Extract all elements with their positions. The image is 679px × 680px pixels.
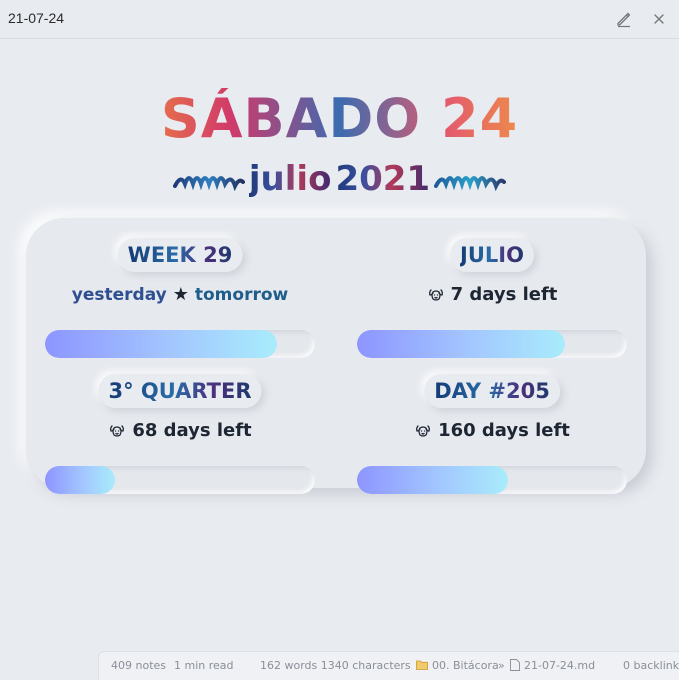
word-count: 162 words 1340 characters — [260, 659, 411, 672]
quarter-progress-bar — [45, 466, 315, 494]
progress-panel: WEEK 29 yesterday ★ tomorrow JULIO 7 day… — [26, 218, 646, 494]
folder-icon — [416, 660, 428, 670]
pencil-icon[interactable] — [615, 10, 633, 28]
path-separator: » — [498, 659, 505, 672]
squiggle-icon — [434, 176, 507, 192]
year-days-left-text: 160 days left — [438, 420, 570, 441]
month-badge: JULIO — [450, 238, 534, 272]
week-badge: WEEK 29 — [117, 238, 243, 272]
dog-icon — [416, 424, 431, 437]
tomorrow-link[interactable]: tomorrow — [195, 285, 288, 305]
status-bar: 409 notes 1 min read 162 words 1340 char… — [98, 651, 679, 680]
year-days-left: 160 days left — [357, 420, 627, 441]
file-name[interactable]: 21-07-24.md — [524, 659, 595, 672]
month-name: julio — [248, 159, 332, 199]
day-heading: SÁBADO 24 — [0, 88, 679, 150]
day-of-year-badge-label: DAY #205 — [434, 379, 550, 403]
quarter-progress-fill — [45, 466, 116, 494]
read-time: 1 min read — [174, 659, 234, 672]
year-progress-bar — [357, 466, 627, 494]
title-bar: 21-07-24 — [0, 0, 679, 39]
month-days-left-text: 7 days left — [450, 284, 558, 305]
week-card: WEEK 29 yesterday ★ tomorrow — [45, 238, 315, 358]
year-label: 2021 — [335, 159, 431, 199]
year-progress-fill — [357, 466, 509, 494]
week-badge-label: WEEK 29 — [127, 243, 233, 267]
quarter-days-left-text: 68 days left — [132, 420, 252, 441]
month-progress-bar — [357, 330, 627, 358]
quarter-days-left: 68 days left — [45, 420, 315, 441]
week-progress-fill — [45, 330, 278, 358]
month-card: JULIO 7 days left — [357, 238, 627, 358]
close-icon[interactable] — [650, 10, 668, 28]
backlinks-count[interactable]: 0 backlinks — [623, 659, 679, 672]
month-days-left: 7 days left — [357, 284, 627, 305]
quarter-badge-label: 3° QUARTER — [108, 379, 252, 403]
day-of-year-badge: DAY #205 — [424, 374, 560, 408]
month-badge-label: JULIO — [460, 243, 524, 267]
week-progress-bar — [45, 330, 315, 358]
dog-icon — [428, 288, 443, 301]
month-heading: julio 2021 — [0, 154, 679, 204]
file-icon — [510, 659, 520, 671]
day-of-year-card: DAY #205 160 days left — [357, 374, 627, 494]
notes-count: 409 notes — [111, 659, 167, 672]
note-title[interactable]: 21-07-24 — [8, 10, 64, 26]
quarter-badge: 3° QUARTER — [98, 374, 262, 408]
quarter-card: 3° QUARTER 68 days left — [45, 374, 315, 494]
yesterday-link[interactable]: yesterday — [72, 285, 167, 305]
day-navigation: yesterday ★ tomorrow — [45, 284, 315, 305]
folder-link[interactable]: 00. Bitácora — [432, 659, 499, 672]
month-progress-fill — [357, 330, 565, 358]
dog-icon — [110, 424, 125, 437]
star-icon: ★ — [172, 284, 189, 305]
squiggle-icon — [172, 176, 245, 192]
